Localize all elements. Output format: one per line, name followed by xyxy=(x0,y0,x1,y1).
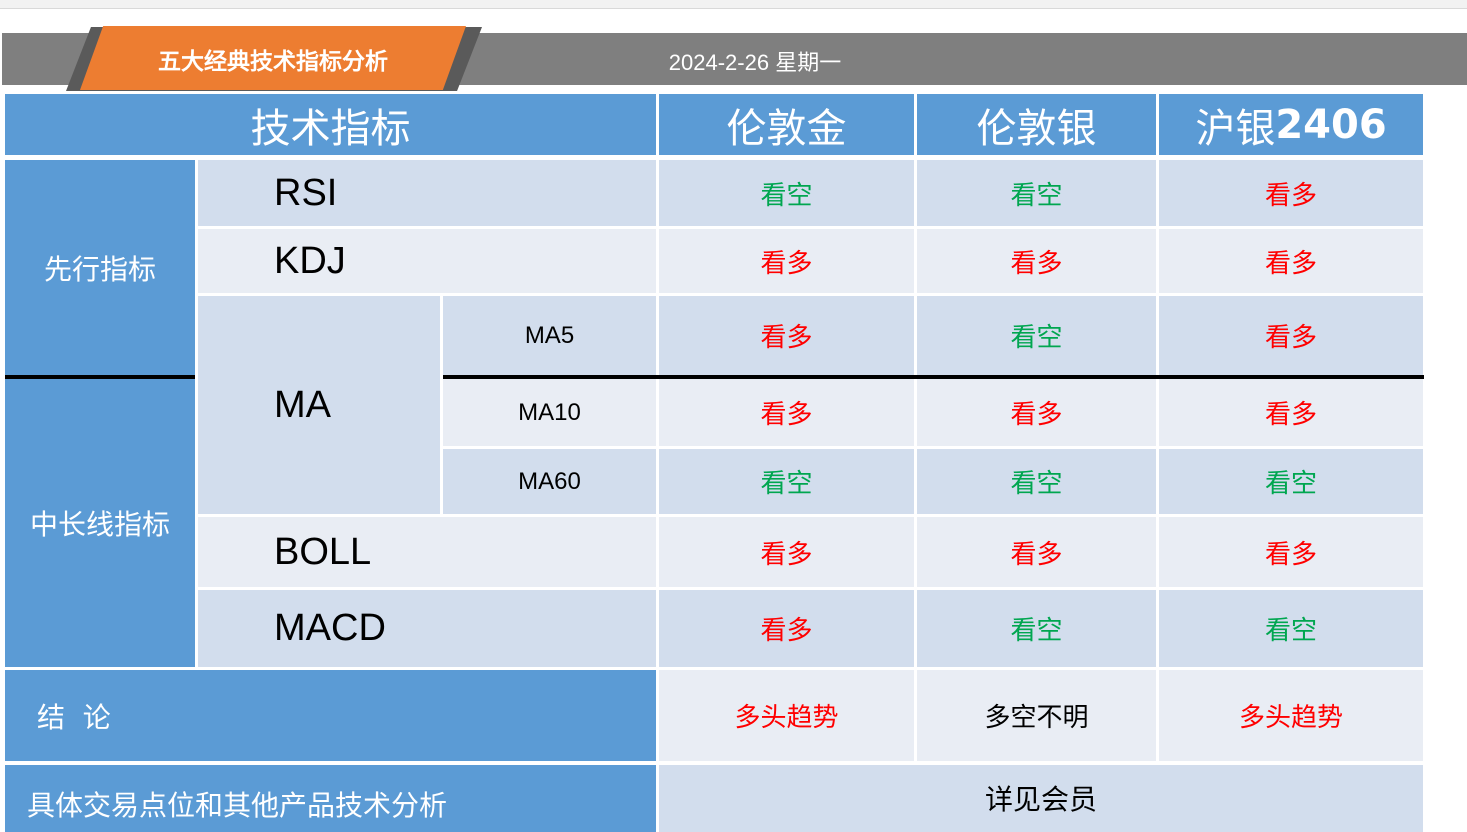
conclusion-london-silver: 多空不明 xyxy=(917,670,1156,761)
conclusion-label: 结 论 xyxy=(5,670,656,761)
footer-label-text: 具体交易点位和其他产品技术分析 xyxy=(27,788,448,822)
signal-rsi-london-gold: 看空 xyxy=(659,160,914,226)
instrument-name: 伦敦金 xyxy=(726,105,847,152)
signal-kdj-london-silver: 看多 xyxy=(917,229,1156,293)
group-label-text: 中长线指标 xyxy=(29,508,170,541)
group-label-leading: 先行指标 xyxy=(5,160,195,375)
contract-code: 2406 xyxy=(1275,101,1387,148)
instrument-header-london-silver: 伦敦银 xyxy=(917,94,1156,155)
signal-ma10-london-gold: 看多 xyxy=(659,379,914,446)
group-label-mid-long: 中长线指标 xyxy=(5,379,195,667)
conclusion-shfe-silver: 多头趋势 xyxy=(1159,670,1423,761)
signal-boll-shfe-silver: 看多 xyxy=(1159,517,1423,587)
indicator-rsi: RSI xyxy=(198,160,656,226)
conclusion-london-gold: 多头趋势 xyxy=(659,670,914,761)
group-label-text: 先行指标 xyxy=(43,252,156,286)
signal-macd-shfe-silver: 看空 xyxy=(1159,590,1423,667)
signal-macd-london-gold: 看多 xyxy=(659,590,914,667)
page-title: 五大经典技术指标分析 xyxy=(158,49,388,75)
signal-rsi-shfe-silver: 看多 xyxy=(1159,160,1423,226)
signal-ma60-london-gold: 看空 xyxy=(659,449,914,514)
section-divider-left xyxy=(5,375,195,379)
signal-rsi-london-silver: 看空 xyxy=(917,160,1156,226)
footer-value-text: 详见会员 xyxy=(984,782,1097,816)
conclusion-label-text: 结 论 xyxy=(37,700,111,734)
signal-ma60-london-silver: 看空 xyxy=(917,449,1156,514)
indicator-kdj: KDJ xyxy=(198,229,656,293)
signal-ma10-london-silver: 看多 xyxy=(917,379,1156,446)
signal-macd-london-silver: 看空 xyxy=(917,590,1156,667)
signal-ma5-london-silver: 看空 xyxy=(917,296,1156,375)
signal-ma5-shfe-silver: 看多 xyxy=(1159,296,1423,375)
indicator-macd: MACD xyxy=(198,590,656,667)
signal-ma10-shfe-silver: 看多 xyxy=(1159,379,1423,446)
indicator-column-header-label: 技术指标 xyxy=(250,105,411,152)
signal-boll-london-silver: 看多 xyxy=(917,517,1156,587)
indicator-column-header: 技术指标 xyxy=(5,94,656,155)
footer-label: 具体交易点位和其他产品技术分析 xyxy=(5,765,656,832)
instrument-header-london-gold: 伦敦金 xyxy=(659,94,914,155)
signal-ma5-london-gold: 看多 xyxy=(659,296,914,375)
indicator-ma60: MA60 xyxy=(443,449,656,514)
signal-kdj-shfe-silver: 看多 xyxy=(1159,229,1423,293)
instrument-name: 沪银 xyxy=(1195,105,1276,152)
section-divider-right xyxy=(443,375,1424,379)
footer-value: 详见会员 xyxy=(659,765,1423,832)
report-date: 2024-2-26 星期一 xyxy=(668,50,842,75)
signal-kdj-london-gold: 看多 xyxy=(659,229,914,293)
indicator-ma10: MA10 xyxy=(443,379,656,446)
window-top-strip xyxy=(0,0,1467,9)
signal-ma60-shfe-silver: 看空 xyxy=(1159,449,1423,514)
indicator-ma: MA xyxy=(198,296,440,514)
instrument-header-shfe-silver: 沪银 2406 xyxy=(1159,94,1423,155)
indicator-ma5: MA5 xyxy=(443,296,656,375)
indicator-boll: BOLL xyxy=(198,517,656,587)
instrument-name: 伦敦银 xyxy=(976,105,1097,152)
signal-boll-london-gold: 看多 xyxy=(659,517,914,587)
